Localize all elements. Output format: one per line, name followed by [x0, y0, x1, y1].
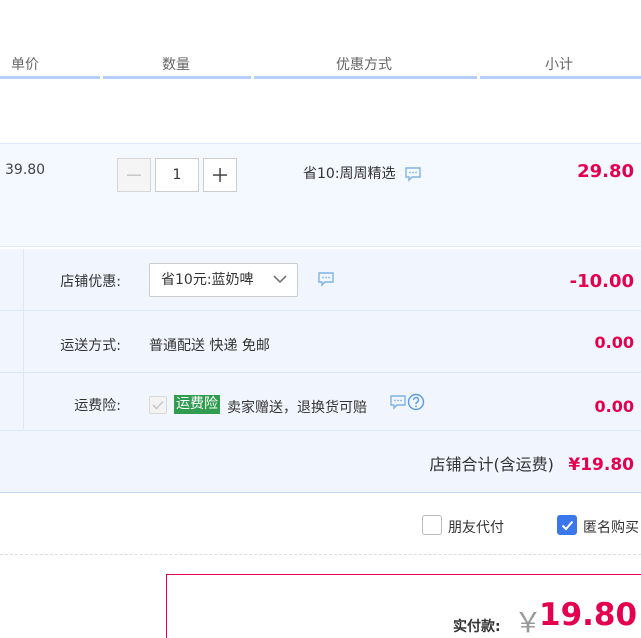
chat-bubble-icon[interactable]	[404, 166, 422, 182]
minus-icon	[127, 174, 141, 176]
chevron-down-icon	[273, 275, 287, 284]
store-total-label: 店铺合计(含运费)	[429, 455, 554, 474]
shipping-method: 普通配送 快递 免邮	[149, 338, 270, 354]
chat-bubble-icon[interactable]	[317, 271, 335, 287]
increase-quantity-button[interactable]	[203, 158, 237, 192]
store-discount-select[interactable]: 省10元:蓝奶啤	[149, 263, 298, 297]
store-discount-selected: 省10元:蓝奶啤	[161, 272, 254, 288]
order-options-row: 朋友代付 匿名购买	[0, 495, 641, 555]
help-icon[interactable]	[407, 393, 425, 411]
anonymous-purchase-label[interactable]: 匿名购买	[583, 517, 639, 537]
column-divider	[480, 76, 641, 79]
shipping-value: 0.00	[594, 333, 634, 352]
insurance-row: 运费险: 运费险 卖家赠送，退换货可赔 0.00	[0, 373, 641, 431]
payment-amount: 19.80	[539, 597, 638, 633]
item-unit-price: 39.80	[5, 162, 46, 178]
decrease-quantity-button[interactable]	[117, 158, 151, 192]
item-subtotal: 29.80	[577, 161, 634, 182]
check-icon	[561, 520, 573, 530]
insurance-checkbox[interactable]	[149, 396, 167, 414]
anonymous-purchase-checkbox[interactable]	[557, 515, 577, 535]
insurance-icons	[389, 393, 425, 411]
payment-summary-box: 实付款: ￥ 19.80	[166, 574, 641, 638]
shipping-row: 运送方式: 普通配送 快递 免邮 0.00	[0, 311, 641, 373]
friend-pay-checkbox[interactable]	[422, 515, 442, 535]
payment-label: 实付款:	[453, 619, 501, 635]
store-discount-row: 店铺优惠: 省10元:蓝奶啤 -10.00	[0, 249, 641, 311]
cart-column-header: 单价 数量 优惠方式 小计	[0, 0, 641, 80]
item-promo: 省10:周周精选	[303, 163, 422, 183]
column-unit-price: 单价	[11, 57, 39, 73]
payment-currency: ￥	[514, 606, 543, 638]
insurance-value: 0.00	[594, 397, 634, 416]
column-divider	[0, 76, 100, 79]
insurance-badge: 运费险	[174, 395, 220, 414]
store-discount-value: -10.00	[569, 271, 634, 292]
insurance-label: 运费险:	[74, 398, 121, 414]
column-subtotal: 小计	[545, 57, 573, 73]
check-icon	[152, 400, 164, 410]
column-quantity: 数量	[162, 57, 190, 73]
friend-pay-label[interactable]: 朋友代付	[448, 517, 504, 537]
chat-bubble-icon[interactable]	[389, 394, 407, 410]
cart-item-row: 39.80 1 省10:周周精选 29.80	[0, 143, 641, 247]
column-discount: 优惠方式	[336, 57, 392, 73]
store-total-value: ¥19.80	[568, 455, 634, 475]
column-divider	[103, 76, 251, 79]
column-divider	[254, 76, 477, 79]
store-discount-label: 店铺优惠:	[60, 274, 121, 290]
plus-icon	[213, 168, 227, 182]
quantity-input[interactable]: 1	[155, 158, 199, 192]
insurance-text: 卖家赠送，退换货可赔	[227, 400, 367, 416]
options-left-edge	[0, 249, 24, 429]
store-total: 店铺合计(含运费) ¥19.80	[429, 451, 634, 475]
item-promo-text: 省10:周周精选	[303, 166, 396, 182]
shipping-label: 运送方式:	[60, 338, 121, 354]
